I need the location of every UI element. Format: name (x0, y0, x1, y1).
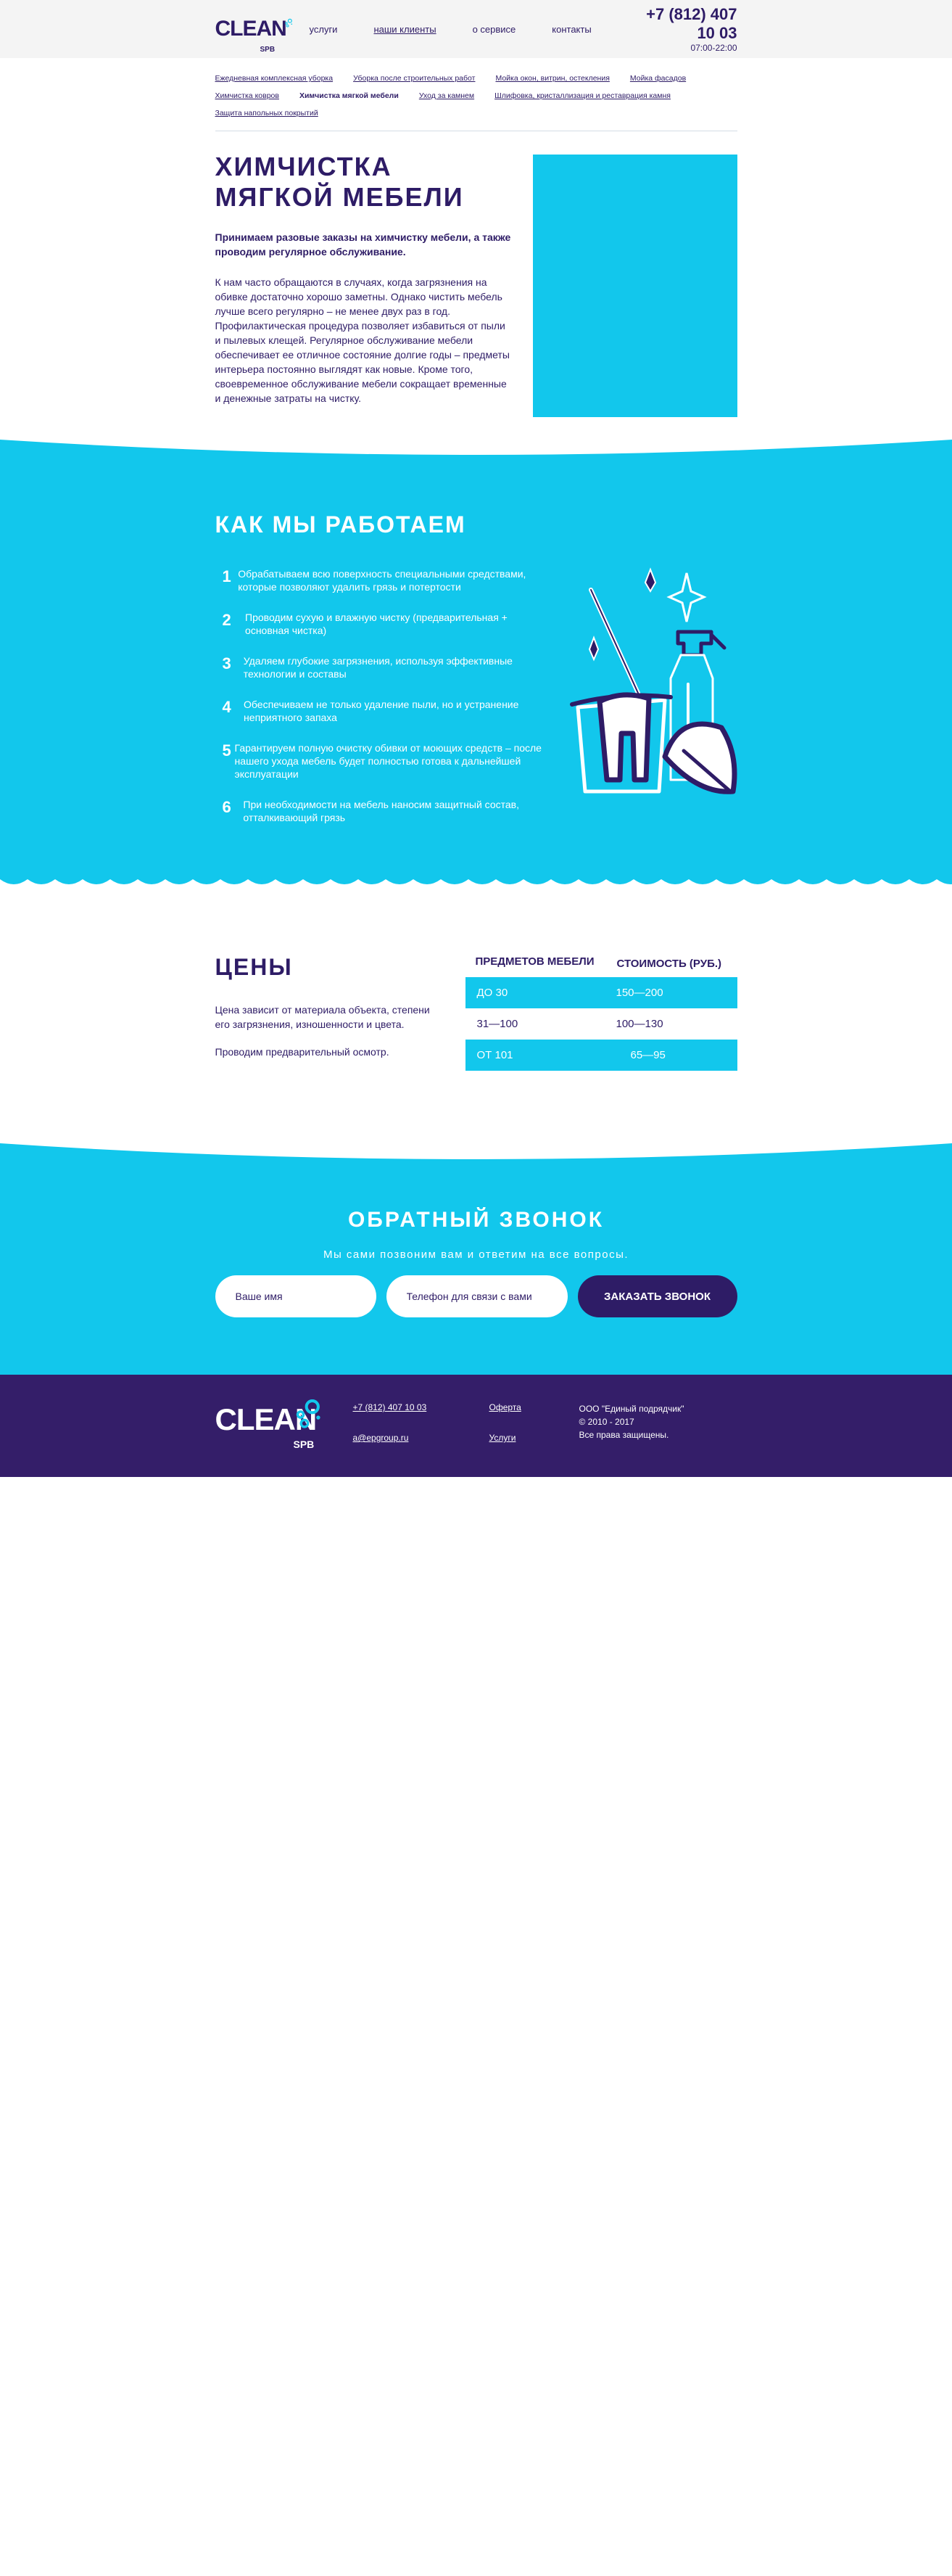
cell-cost: 100—130 (616, 1018, 663, 1030)
step-item: 3 Удаляем глубокие загрязнения, использу… (215, 654, 549, 680)
copyright-years: © 2010 - 2017 (579, 1417, 634, 1427)
logo[interactable]: CLEAN SPB (215, 17, 294, 54)
footer-links: Оферта Услуги (489, 1402, 579, 1463)
submenu-item-carpet-cleaning[interactable]: Химчистка ковров (215, 91, 279, 100)
nav-about[interactable]: о сервисе (473, 24, 516, 35)
hero-text: К нам часто обращаются в случаях, когда … (215, 276, 510, 404)
bubbles-icon (296, 1399, 320, 1428)
cell-cost: 65—95 (630, 1049, 666, 1061)
services-submenu: Ежедневная комплексная уборка Уборка пос… (215, 58, 737, 131)
step-text: Удаляем глубокие загрязнения, используя … (243, 655, 513, 680)
prices-section: ЦЕНЫ Цена зависит от материала объекта, … (0, 889, 952, 1143)
footer-logo[interactable]: CLEAN SPB (215, 1399, 353, 1463)
header-phone[interactable]: +7 (812) 407 10 03 (628, 5, 737, 43)
cell-items: 31—100 (476, 1018, 518, 1030)
prices-note: Проводим предварительный осмотр. (215, 1046, 389, 1058)
prices-title: ЦЕНЫ (215, 954, 293, 980)
column-header-cost: СТОИМОСТЬ (РУБ.) (616, 958, 722, 970)
step-text: При необходимости на мебель наносим защи… (243, 799, 519, 823)
prices-table: ПРЕДМЕТОВ МЕБЕЛИ СТОИМОСТЬ (РУБ.) ДО 30 … (465, 954, 737, 1071)
submenu-item-stone-care[interactable]: Уход за камнем (419, 91, 474, 100)
site-header: CLEAN SPB услуги наши клиенты о сервисе … (0, 0, 952, 58)
how-we-work-section: КАК МЫ РАБОТАЕМ 1 Обрабатываем всю повер… (0, 438, 952, 889)
step-text: Обеспечиваем не только удаление пыли, но… (244, 699, 519, 723)
submenu-item-furniture-cleaning[interactable]: Химчистка мягкой мебели (299, 91, 399, 100)
submenu-item-floor-protection[interactable]: Защита напольных покрытий (215, 109, 318, 118)
footer-email-link[interactable]: a@epgroup.ru (353, 1433, 489, 1443)
callback-title: ОБРАТНЫЙ ЗВОНОК (347, 1208, 605, 1232)
step-text: Обрабатываем всю поверхность специальным… (238, 568, 526, 593)
table-header: ПРЕДМЕТОВ МЕБЕЛИ СТОИМОСТЬ (РУБ.) (465, 954, 737, 977)
table-row: ОТ 101 65—95 (465, 1040, 737, 1071)
cell-items: ОТ 101 (476, 1049, 513, 1061)
rights-text: Все права защищены. (579, 1430, 669, 1440)
nav-clients[interactable]: наши клиенты (373, 24, 436, 35)
step-item: 2 Проводим сухую и влажную чистку (предв… (215, 611, 549, 637)
header-contact: +7 (812) 407 10 03 07:00-22:00 (628, 5, 737, 53)
hero-image (532, 155, 737, 417)
name-input[interactable] (215, 1275, 376, 1317)
logo-sub: SPB (260, 46, 276, 54)
step-number: 2 (222, 611, 231, 629)
step-number: 1 (222, 567, 231, 585)
step-number: 6 (222, 798, 231, 816)
nav-contacts[interactable]: контакты (552, 24, 591, 35)
nav-services[interactable]: услуги (310, 24, 338, 35)
footer-contacts: +7 (812) 407 10 03 a@epgroup.ru (353, 1402, 489, 1463)
company-name: ООО "Единый подрядчик" (579, 1404, 684, 1414)
submenu-item-daily-cleaning[interactable]: Ежедневная комплексная уборка (215, 74, 334, 83)
prices-text: Цена зависит от материала объекта, степе… (215, 1004, 430, 1030)
step-item: 1 Обрабатываем всю поверхность специальн… (215, 567, 549, 593)
step-number: 5 (222, 741, 231, 760)
cell-items: ДО 30 (476, 987, 508, 999)
column-header-items: ПРЕДМЕТОВ МЕБЕЛИ (475, 955, 595, 968)
submenu-item-stone-restoration[interactable]: Шлифовка, кристаллизация и реставрация к… (494, 91, 671, 100)
step-item: 4 Обеспечиваем не только удаление пыли, … (215, 698, 549, 724)
submenu-item-post-construction[interactable]: Уборка после строительных работ (353, 74, 475, 83)
site-footer: CLEAN SPB +7 (812) 407 10 03 a@epgroup.r… (0, 1375, 952, 1477)
cell-cost: 150—200 (616, 987, 663, 999)
callback-form: ЗАКАЗАТЬ ЗВОНОК (215, 1275, 737, 1317)
step-number: 4 (222, 698, 231, 716)
bubbles-icon (285, 18, 292, 28)
footer-logo-sub: SPB (293, 1439, 315, 1450)
hero-section: Химчистка мягкой мебели Принимаем разовы… (215, 131, 737, 417)
step-text: Гарантируем полную очистку обивки от мою… (234, 742, 542, 780)
steps-list: 1 Обрабатываем всю поверхность специальн… (215, 567, 549, 824)
table-row: ДО 30 150—200 (465, 977, 737, 1008)
hero-lead: Принимаем разовые заказы на химчистку ме… (215, 231, 511, 258)
footer-legal: ООО "Единый подрядчик" © 2010 - 2017 Все… (579, 1402, 684, 1463)
callback-section: ОБРАТНЫЙ ЗВОНОК Мы сами позвоним вам и о… (0, 1142, 952, 1375)
main-nav: услуги наши клиенты о сервисе контакты (310, 24, 628, 35)
wave-divider (0, 879, 952, 889)
step-number: 3 (222, 654, 231, 672)
how-title: КАК МЫ РАБОТАЕМ (215, 511, 466, 538)
phone-input[interactable] (386, 1275, 568, 1317)
logo-text: CLEAN (215, 17, 287, 41)
table-row: 31—100 100—130 (465, 1008, 737, 1040)
footer-services-link[interactable]: Услуги (489, 1433, 579, 1443)
page-title: Химчистка мягкой мебели (215, 152, 464, 212)
submenu-item-facade-washing[interactable]: Мойка фасадов (630, 74, 686, 83)
step-item: 6 При необходимости на мебель наносим за… (215, 798, 549, 824)
cleaning-supplies-icon (569, 567, 737, 794)
working-hours: 07:00-22:00 (690, 43, 737, 53)
callback-subtitle: Мы сами позвоним вам и ответим на все во… (323, 1248, 629, 1261)
footer-offer-link[interactable]: Оферта (489, 1402, 579, 1412)
submenu-item-window-washing[interactable]: Мойка окон, витрин, остекления (495, 74, 609, 83)
order-call-button[interactable]: ЗАКАЗАТЬ ЗВОНОК (577, 1275, 737, 1317)
step-item: 5 Гарантируем полную очистку обивки от м… (215, 741, 549, 781)
step-text: Проводим сухую и влажную чистку (предвар… (245, 612, 508, 636)
footer-phone-link[interactable]: +7 (812) 407 10 03 (353, 1402, 489, 1412)
